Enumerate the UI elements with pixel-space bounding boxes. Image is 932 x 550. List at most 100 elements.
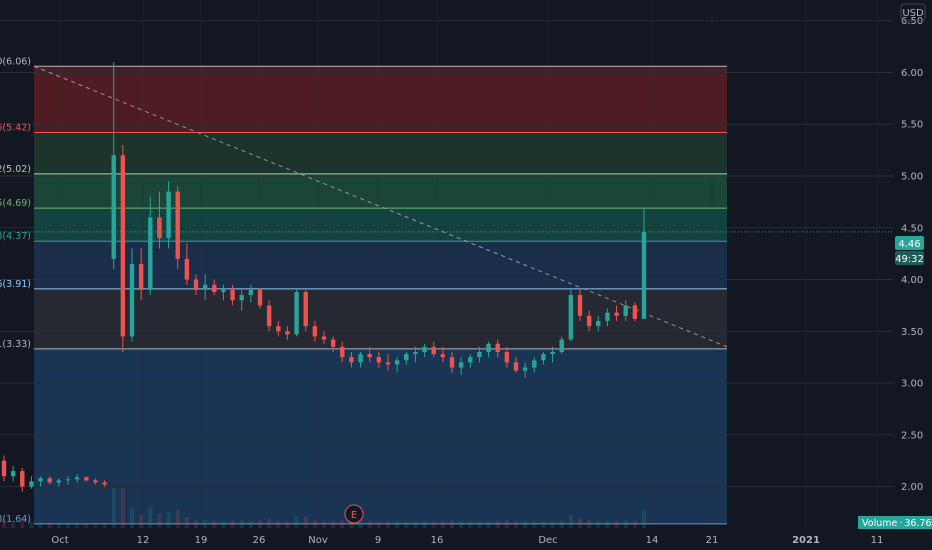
fib-zone	[34, 348, 727, 524]
time-tick-label: Dec	[538, 535, 557, 546]
volume-bar	[614, 521, 619, 528]
volume-bar	[376, 521, 381, 528]
candle-body	[148, 217, 153, 290]
volume-bar	[20, 519, 25, 528]
candle-body	[330, 339, 336, 347]
time-tick-label: 11	[871, 535, 884, 546]
price-tick-label: 2.00	[901, 482, 923, 493]
candle-body	[586, 315, 592, 327]
candle-body	[404, 354, 409, 361]
time-tick-label: Oct	[51, 535, 68, 546]
volume-bar	[431, 521, 436, 528]
fib-level-label: 86(3.91)	[0, 279, 31, 290]
candle-body	[550, 352, 555, 355]
candle-body	[47, 478, 52, 483]
volume-bar	[532, 521, 537, 528]
volume-bar	[541, 521, 546, 528]
candle-body	[623, 305, 628, 316]
volume-bar	[102, 522, 107, 528]
candle-body	[193, 279, 199, 290]
volume-bar	[203, 519, 208, 528]
time-tick-label: 19	[195, 535, 208, 546]
fib-zone	[34, 132, 727, 174]
candle-body	[230, 289, 235, 301]
volume-bar	[84, 523, 89, 528]
volume-bar	[212, 521, 217, 528]
candle-body	[385, 362, 391, 365]
candle-body	[358, 354, 363, 363]
candle-body	[596, 320, 601, 327]
volume-bar	[550, 521, 555, 528]
volume-bar	[486, 521, 491, 528]
candle-body	[175, 191, 180, 259]
volume-bar	[166, 512, 171, 528]
volume-bar	[11, 521, 16, 528]
candle-body	[449, 357, 455, 368]
candle-body	[367, 354, 372, 358]
volume-bar	[514, 521, 518, 528]
volume-bar	[468, 521, 473, 528]
candle-body	[559, 339, 564, 352]
price-tick-label: 4.00	[901, 275, 923, 286]
candle-body	[74, 477, 80, 480]
volume-bar	[312, 520, 317, 528]
volume-bar	[2, 519, 6, 528]
candle-body	[93, 480, 98, 483]
volume-bar	[322, 521, 326, 528]
candle-body	[276, 326, 281, 332]
fib-level-label: 36(5.42)	[0, 123, 31, 134]
candle-body	[129, 264, 135, 337]
time-tick-label: 16	[431, 535, 444, 546]
volume-bar	[230, 520, 235, 528]
candle-body	[413, 352, 418, 355]
volume-bar	[459, 520, 464, 528]
volume-bar	[93, 522, 98, 528]
volume-bar	[578, 518, 582, 528]
volume-bar	[367, 521, 372, 528]
volume-bar	[157, 514, 162, 528]
volume-bar	[413, 521, 418, 528]
fib-level-label: 0(6.06)	[0, 56, 31, 67]
fib-zones	[34, 66, 727, 524]
volume-bar	[239, 520, 244, 528]
time-tick-label: 26	[253, 535, 266, 546]
candle-body	[184, 258, 190, 280]
last-price-value: 4.46	[898, 239, 920, 250]
candle-body	[468, 357, 473, 363]
volume-bar	[504, 520, 509, 528]
candle-body	[541, 354, 546, 361]
volume-bar	[276, 521, 281, 528]
fib-zone	[34, 241, 727, 289]
volume-bar	[66, 522, 70, 528]
candle-body	[532, 360, 537, 368]
volume-bar	[395, 521, 400, 528]
volume-bar	[450, 520, 454, 528]
volume-bar	[194, 520, 198, 528]
candle-body	[212, 284, 217, 292]
candle-body	[138, 264, 144, 290]
fib-level-label: 1(3.33)	[0, 339, 31, 350]
volume-bar	[559, 520, 564, 528]
candle-body	[38, 478, 43, 482]
price-tick-label: 3.00	[901, 379, 923, 390]
candle-body	[266, 305, 272, 327]
time-tick-label: 9	[375, 535, 381, 546]
candle-body	[239, 295, 244, 301]
candle-body	[394, 360, 400, 365]
volume-bar	[38, 522, 43, 528]
candle-body	[431, 346, 436, 355]
candle-body	[632, 305, 638, 319]
price-tick-label: 5.50	[901, 120, 923, 131]
candle-body	[641, 231, 647, 319]
candle-body	[577, 295, 583, 316]
candle-body	[1, 460, 7, 477]
candle-body	[495, 343, 500, 352]
candle-body	[513, 362, 519, 371]
price-chart[interactable]: 0(6.06) 36(5.42) 82(5.02) .5(4.69) 18(4.37) 8…	[0, 0, 932, 550]
candle-body	[111, 155, 116, 259]
fib-zone	[34, 173, 727, 209]
fib-zone	[34, 66, 727, 133]
volume-bar	[623, 520, 628, 528]
candle-body	[102, 482, 107, 485]
candle-body	[340, 346, 345, 358]
